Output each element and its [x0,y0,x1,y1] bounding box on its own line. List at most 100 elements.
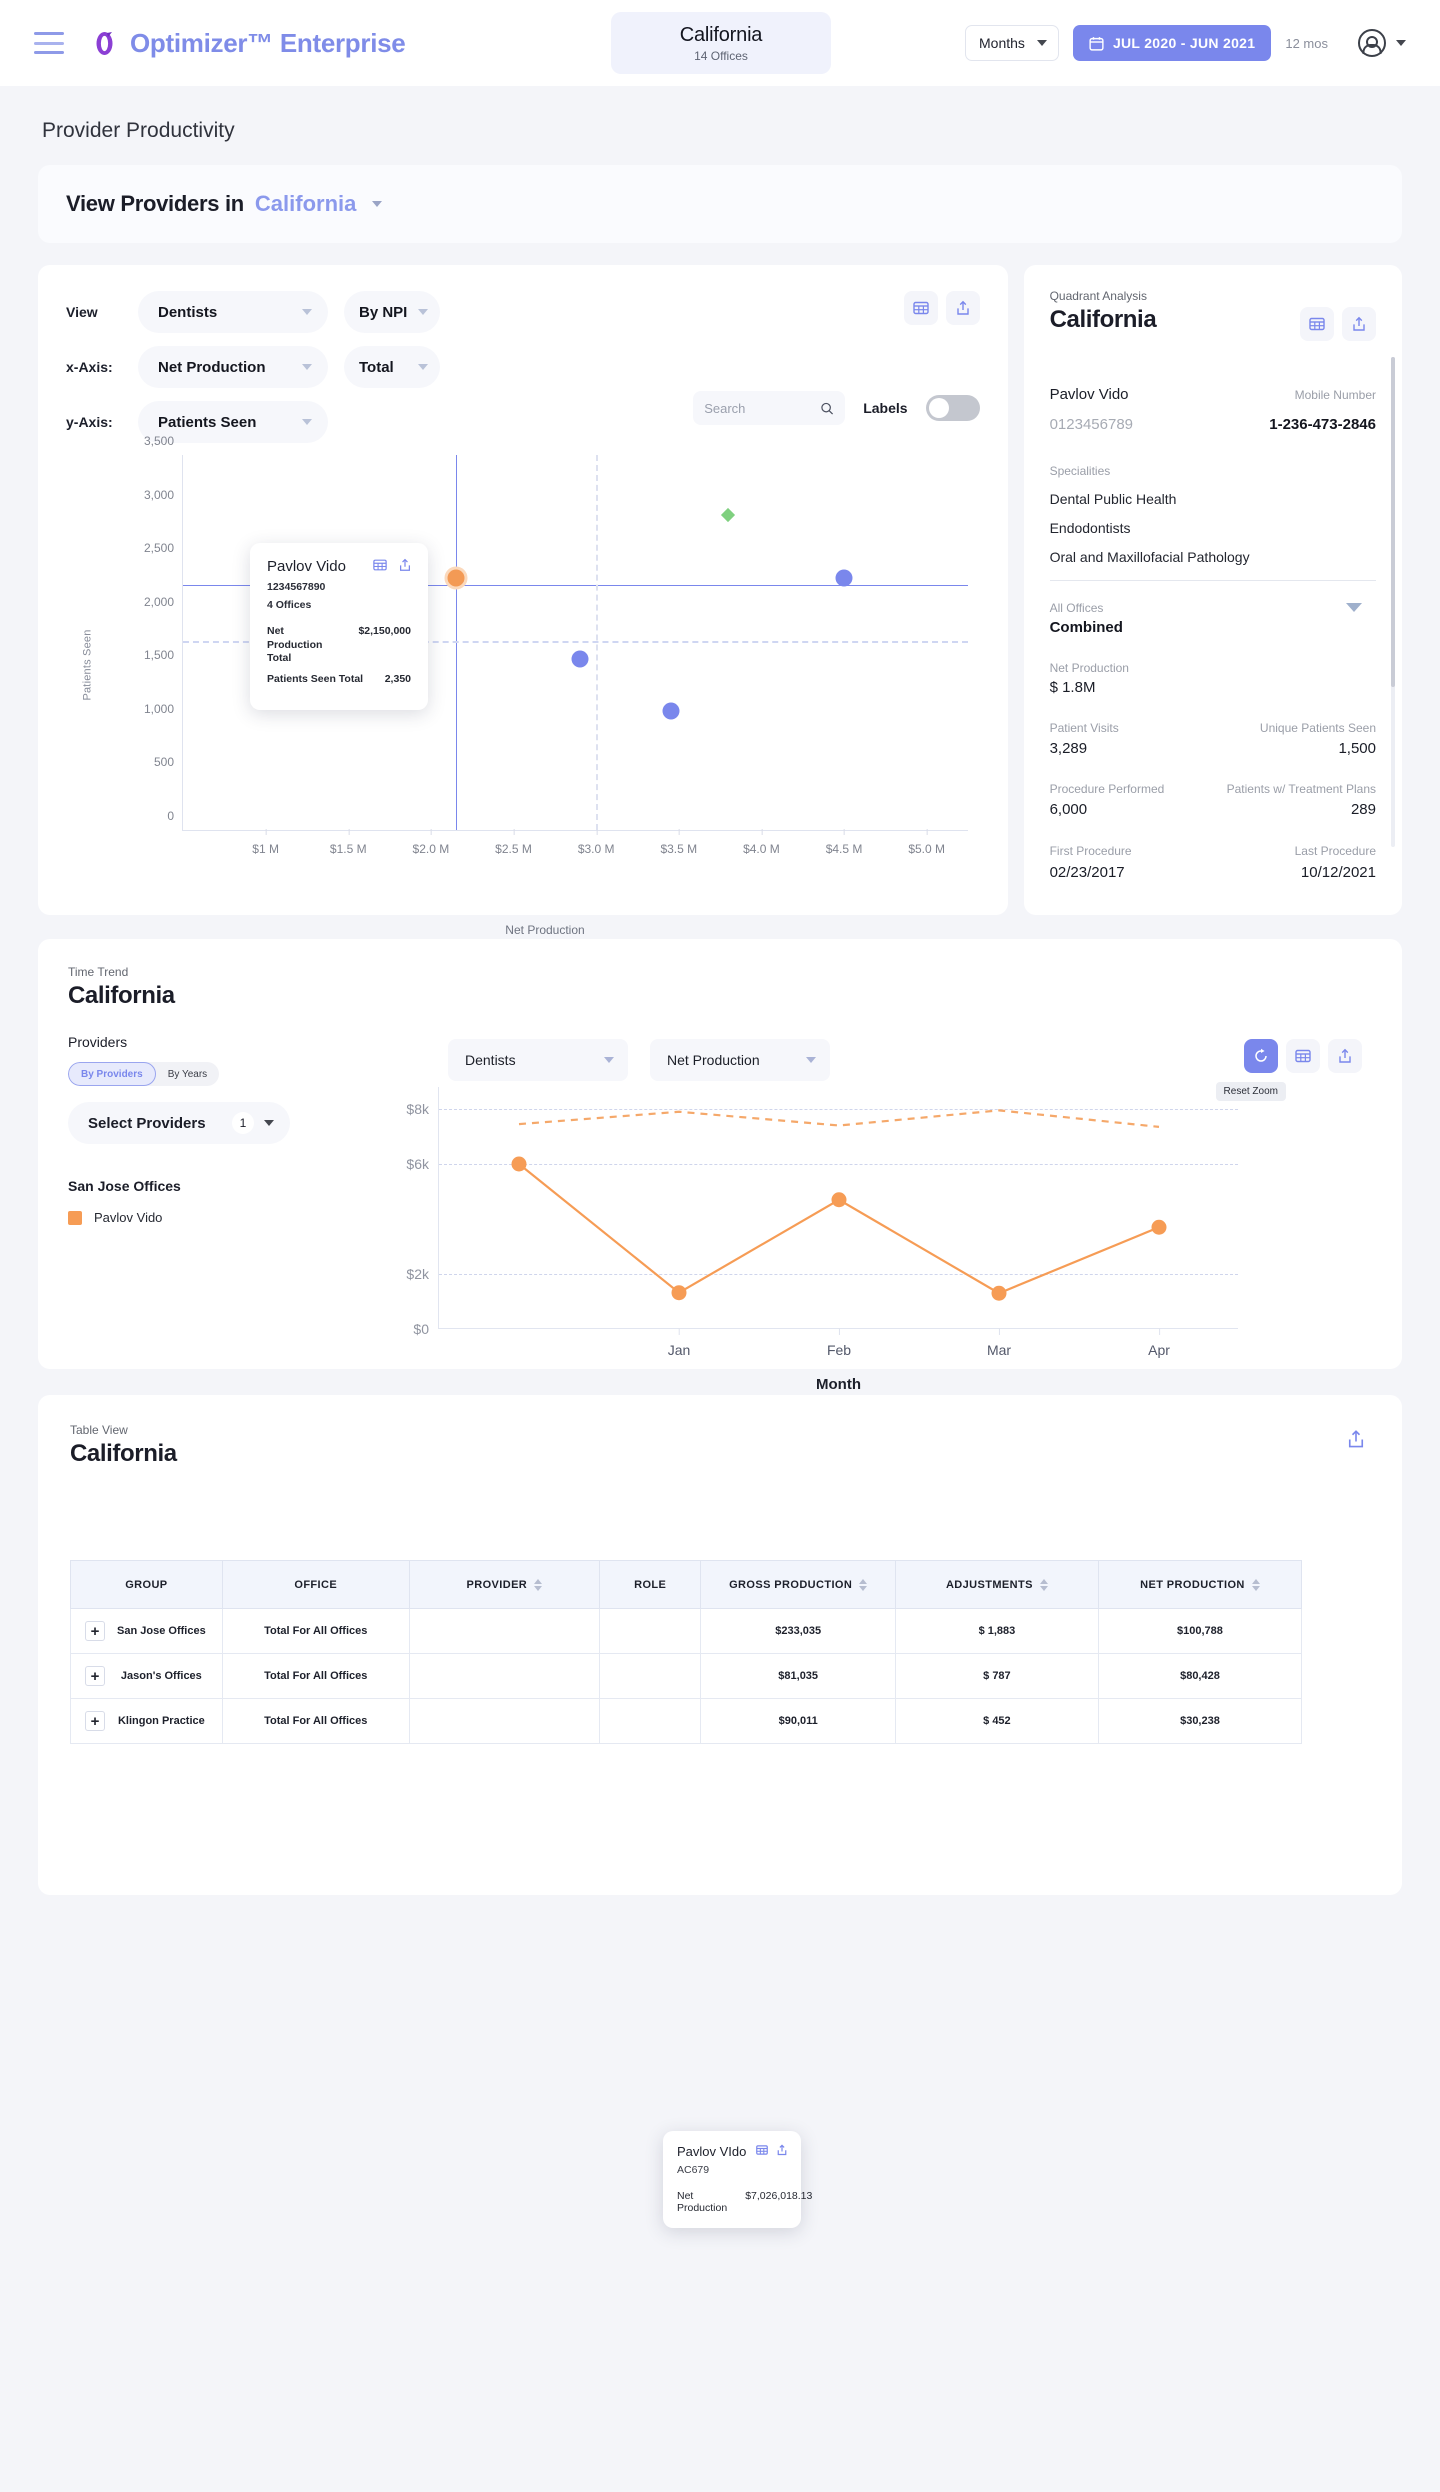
mobile-value: 1-236-473-2846 [1269,416,1376,433]
chevron-down-icon[interactable] [1346,603,1362,612]
table-view-icon[interactable] [756,2144,768,2156]
panel-actions [1300,307,1376,341]
view-providers-bar: View Providers in California [38,165,1402,243]
trend-x-tick: Mar [987,1328,1011,1358]
sort-icon[interactable] [1251,1578,1260,1591]
table-view-icon[interactable] [373,558,387,572]
cell-net: $30,238 [1097,1698,1303,1744]
view-value: Dentists [158,303,218,321]
metric-label: Unique Patients Seen [1259,721,1376,735]
table-view-icon[interactable] [1286,1039,1320,1073]
metric-label: Patient Visits [1049,721,1119,735]
y-axis-label: y-Axis: [66,414,113,430]
select-providers-dropdown[interactable]: Select Providers 1 [68,1102,290,1144]
trend-metric-select[interactable]: Net Production [650,1039,830,1081]
legend-label: Pavlov Vido [94,1210,163,1225]
col-office[interactable]: OFFICE [221,1560,410,1609]
segment-by-providers[interactable]: By Providers [68,1062,156,1086]
col-gross-production[interactable]: GROSS PRODUCTION [700,1560,896,1609]
col-adjustments[interactable]: ADJUSTMENTS [894,1560,1099,1609]
view-providers-state[interactable]: California [255,191,356,217]
metric-values-row: 3,289 1,500 [1050,740,1376,757]
x-axis-agg-select[interactable]: Total [344,346,440,388]
labels-toggle[interactable] [925,395,980,421]
top-bar: Optimizer™ Enterprise California 14 Offi… [0,0,1440,86]
x-axis-tick: $4.5 M [826,829,862,856]
cell-gross: $81,035 [700,1653,896,1699]
export-icon[interactable] [1346,1429,1366,1454]
panel-scrollbar-thumb[interactable] [1391,357,1395,687]
hamburger-icon[interactable] [34,32,64,54]
cell-adjustments: $ 787 [894,1653,1099,1699]
location-chip[interactable]: California 14 Offices [611,12,831,74]
scatter-point[interactable] [662,702,680,720]
mobile-label: Mobile Number [1294,388,1376,402]
sort-icon[interactable] [859,1578,868,1591]
expand-row-button[interactable]: + [85,1621,105,1641]
table-view-card: Table View California GROUP OFFICE PROVI… [38,1395,1402,1895]
tooltip-row-value: 2,350 [384,672,411,685]
export-icon[interactable] [945,291,980,325]
table-row[interactable]: + Jason's Offices Total For All Offices … [70,1653,1303,1699]
x-axis-tick: $4.0 M [743,829,780,856]
trend-y-tick: $2k [406,1266,429,1282]
tooltip-row-label: Patients Seen Total [267,672,364,685]
view-select[interactable]: Dentists [138,291,328,333]
metric-value: 02/23/2017 [1049,864,1125,881]
trend-type-value: Dentists [465,1052,516,1068]
page-title: Provider Productivity [42,119,235,142]
expand-row-button[interactable]: + [85,1711,105,1731]
optimizer-logo-icon [90,29,119,58]
search-input[interactable] [704,400,815,416]
trend-line-chart: Month $0 $2k $6k $8k Jan Feb Mar Apr [406,1087,1238,1393]
expand-row-button[interactable]: + [85,1666,105,1686]
table-row[interactable]: + San Jose Offices Total For All Offices… [70,1608,1303,1654]
y-axis-tick: 3,500 [143,434,174,448]
account-menu[interactable] [1358,29,1406,57]
scatter-point[interactable] [721,507,736,523]
col-label: PROVIDER [466,1578,528,1591]
trend-title: California [68,982,175,1009]
segment-by-years[interactable]: By Years [156,1062,219,1086]
search-box[interactable] [693,391,846,425]
trend-type-select[interactable]: Dentists [448,1039,628,1081]
export-icon[interactable] [1328,1039,1362,1073]
date-range-button[interactable]: JUL 2020 - JUN 2021 [1072,25,1272,61]
tooltip-actions [373,558,412,572]
quadrant-vertical-line [455,455,457,830]
sort-icon[interactable] [534,1578,543,1591]
quadrant-row: View Dentists By NPI x-Axis: Net Product… [38,265,1402,937]
export-icon[interactable] [776,2144,788,2156]
col-role[interactable]: ROLE [598,1560,702,1609]
cell-role [598,1698,702,1744]
export-icon[interactable] [1342,307,1376,341]
cell-office: Total For All Offices [221,1653,410,1699]
cell-role [598,1608,702,1654]
table-view-icon[interactable] [1300,307,1334,341]
x-axis-agg-value: Total [359,358,394,376]
sort-icon[interactable] [1039,1578,1048,1591]
table-view-icon[interactable] [903,291,938,325]
time-trend-card: Time Trend California Providers By Provi… [38,939,1402,2228]
col-group[interactable]: GROUP [70,1560,223,1609]
col-provider[interactable]: PROVIDER [408,1560,600,1609]
cell-role [598,1653,702,1699]
tooltip-row: Net Production $7,026,018.13 [677,2190,812,2214]
export-icon[interactable] [398,558,412,572]
scatter-point[interactable] [571,650,589,668]
y-axis-tick: 2,000 [143,594,174,609]
col-net-production[interactable]: NET PRODUCTION [1097,1560,1303,1609]
chevron-down-icon [302,419,312,425]
top-bar-right: Months JUL 2020 - JUN 2021 12 mos [965,25,1406,61]
trend-tooltip: Pavlov VIdo AC679 Net Production $7,026,… [663,2131,812,2228]
chevron-down-icon [264,1120,274,1126]
trend-actions [1244,1039,1362,1073]
chevron-down-icon[interactable] [372,201,383,207]
scatter-point[interactable] [835,569,853,587]
reset-zoom-button[interactable] [1244,1039,1278,1073]
scatter-point[interactable] [444,566,468,590]
x-axis-select[interactable]: Net Production [138,346,328,388]
view-by-select[interactable]: By NPI [344,291,440,333]
table-row[interactable]: + Klingon Practice Total For All Offices… [70,1698,1303,1744]
granularity-select[interactable]: Months [965,25,1059,61]
